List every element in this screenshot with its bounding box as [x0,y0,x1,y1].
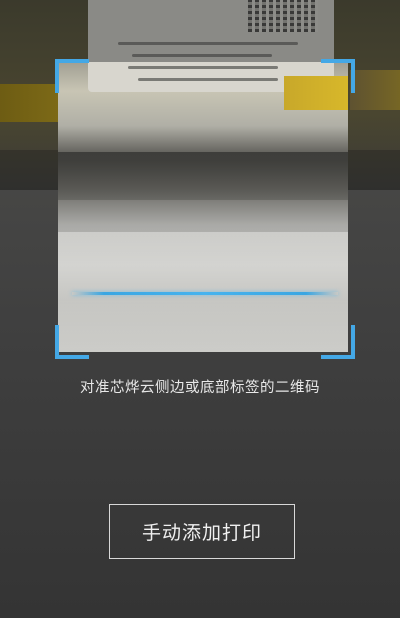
scan-frame-corner-top-right [321,59,355,93]
scan-frame-label-line [128,66,278,69]
scan-frame-viewport [58,62,348,352]
scan-hint-text: 对准芯烨云侧边或底部标签的二维码 [80,380,320,396]
scan-frame-label-line [138,78,278,81]
camera-preview-label-line [118,42,298,45]
scan-frame-shadow [58,152,348,200]
camera-preview-qr-code [248,0,318,32]
camera-preview-label-line [132,54,272,57]
scan-line [72,292,338,295]
manual-add-print-button[interactable]: 手动添加打印 [109,504,295,559]
scan-frame-corner-bottom-left [55,325,89,359]
scan-frame-corner-top-left [55,59,89,93]
qr-scanner-screen: 对准芯烨云侧边或底部标签的二维码 手动添加打印 [0,0,400,618]
scan-frame-corner-bottom-right [321,325,355,359]
camera-preview-printer-edge-right [350,70,400,110]
